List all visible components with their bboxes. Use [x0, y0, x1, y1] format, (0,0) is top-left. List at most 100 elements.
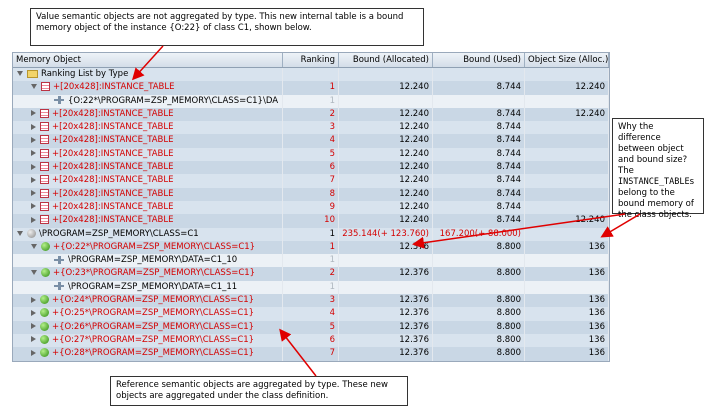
collapsed-node-icon[interactable]: [31, 323, 36, 330]
tree-row[interactable]: \PROGRAM=ZSP_MEMORY\DATA=C1_10 1: [13, 254, 609, 268]
tree-row-object-cell[interactable]: +[20x428]:INSTANCE_TABLE: [13, 81, 283, 95]
tree-row[interactable]: +{O:28*\PROGRAM=ZSP_MEMORY\CLASS=C1} 7 12.…: [13, 347, 609, 361]
col-header-object-size[interactable]: Object Size (Alloc.): [525, 53, 609, 67]
tree-row[interactable]: +[20x428]:INSTANCE_TABLE 2 12.240 8.744 12.2…: [13, 107, 609, 122]
memory-object-tree[interactable]: Memory Object Ranking Bound (Allocated) …: [12, 52, 610, 362]
tree-row-object-cell[interactable]: +{O:25*\PROGRAM=ZSP_MEMORY\CLASS=C1}: [13, 307, 283, 321]
ranking-cell: 4: [283, 134, 339, 148]
collapsed-node-icon[interactable]: [31, 163, 36, 170]
tree-row[interactable]: +[20x428]:INSTANCE_TABLE 4 12.240 8.744: [13, 134, 609, 148]
tree-row-object-cell[interactable]: +{O:24*\PROGRAM=ZSP_MEMORY\CLASS=C1}: [13, 294, 283, 308]
bound-allocated-cell: 12.240: [339, 174, 433, 188]
tree-row[interactable]: +[20x428]:INSTANCE_TABLE 5 12.240 8.744: [13, 147, 609, 162]
bound-used-cell: 8.800: [433, 294, 525, 308]
bound-allocated-cell: 12.376: [339, 307, 433, 321]
tree-row[interactable]: +{O:22*\PROGRAM=ZSP_MEMORY\CLASS=C1} 1 12.…: [13, 240, 609, 255]
tree-row[interactable]: +{O:27*\PROGRAM=ZSP_MEMORY\CLASS=C1} 6 12.…: [13, 333, 609, 348]
tree-row[interactable]: +{O:26*\PROGRAM=ZSP_MEMORY\CLASS=C1} 5 12.…: [13, 320, 609, 334]
bound-used-cell: 8.744: [433, 200, 525, 215]
bound-allocated-cell: 12.240: [339, 107, 433, 122]
tree-row-object-cell[interactable]: {O:22*\PROGRAM=ZSP_MEMORY\CLASS=C1}\DA: [13, 94, 283, 108]
tree-row-object-cell[interactable]: +[20x428]:INSTANCE_TABLE: [13, 200, 283, 215]
tree-row[interactable]: Ranking List by Type: [13, 68, 609, 82]
collapsed-node-icon[interactable]: [31, 336, 36, 343]
bound-allocated-cell: 12.376: [339, 320, 433, 334]
collapsed-node-icon[interactable]: [31, 150, 36, 157]
tree-row-object-cell[interactable]: +[20x428]:INSTANCE_TABLE: [13, 174, 283, 188]
object-size-cell: [525, 200, 609, 215]
tree-row-object-cell[interactable]: +{O:26*\PROGRAM=ZSP_MEMORY\CLASS=C1}: [13, 320, 283, 334]
class-icon: [27, 228, 36, 238]
tree-row-label: Ranking List by Type: [41, 69, 129, 79]
tree-row[interactable]: \PROGRAM=ZSP_MEMORY\DATA=C1_11 1: [13, 280, 609, 295]
tree-row-object-cell[interactable]: +{O:23*\PROGRAM=ZSP_MEMORY\CLASS=C1}: [13, 267, 283, 281]
tree-row-object-cell[interactable]: +[20x428]:INSTANCE_TABLE: [13, 161, 283, 175]
collapsed-node-icon[interactable]: [31, 216, 36, 223]
tree-row[interactable]: +{O:23*\PROGRAM=ZSP_MEMORY\CLASS=C1} 2 12.…: [13, 267, 609, 281]
tree-row-object-cell[interactable]: \PROGRAM=ZSP_MEMORY\CLASS=C1: [13, 227, 283, 241]
tree-row[interactable]: +[20x428]:INSTANCE_TABLE 7 12.240 8.744: [13, 174, 609, 188]
tree-row-label: +{O:27*\PROGRAM=ZSP_MEMORY\CLASS=C1}: [52, 334, 255, 345]
tree-row-object-cell[interactable]: +[20x428]:INSTANCE_TABLE: [13, 107, 283, 122]
tree-row-object-cell[interactable]: +{O:22*\PROGRAM=ZSP_MEMORY\CLASS=C1}: [13, 240, 283, 255]
collapsed-node-icon[interactable]: [31, 136, 36, 143]
expanded-node-icon[interactable]: [31, 243, 37, 249]
tree-row[interactable]: +{O:25*\PROGRAM=ZSP_MEMORY\CLASS=C1} 4 12.…: [13, 307, 609, 321]
expanded-node-icon[interactable]: [31, 270, 37, 276]
tree-row[interactable]: +{O:24*\PROGRAM=ZSP_MEMORY\CLASS=C1} 3 12.…: [13, 294, 609, 308]
tree-row-label: +{O:28*\PROGRAM=ZSP_MEMORY\CLASS=C1}: [52, 348, 255, 359]
expanded-node-icon[interactable]: [17, 71, 23, 76]
tree-row[interactable]: +[20x428]:INSTANCE_TABLE 6 12.240 8.744: [13, 161, 609, 175]
tree-row[interactable]: {O:22*\PROGRAM=ZSP_MEMORY\CLASS=C1}\DA 1: [13, 94, 609, 108]
tree-rows: Ranking List by Type +[20x428]:INSTANCE_T…: [13, 68, 609, 361]
tree-row-object-cell[interactable]: \PROGRAM=ZSP_MEMORY\DATA=C1_10: [13, 254, 283, 268]
tree-row-object-cell[interactable]: +{O:27*\PROGRAM=ZSP_MEMORY\CLASS=C1}: [13, 333, 283, 348]
collapsed-node-icon[interactable]: [31, 176, 36, 183]
bound-allocated-cell: 12.240: [339, 161, 433, 175]
tree-row-object-cell[interactable]: +{O:28*\PROGRAM=ZSP_MEMORY\CLASS=C1}: [13, 347, 283, 361]
object-size-cell: 136: [525, 267, 609, 281]
object-size-cell: 136: [525, 240, 609, 255]
bound-allocated-cell: [339, 94, 433, 108]
collapsed-node-icon[interactable]: [31, 309, 36, 316]
col-header-bound-used[interactable]: Bound (Used): [433, 53, 525, 67]
collapsed-node-icon[interactable]: [31, 349, 36, 356]
col-header-ranking[interactable]: Ranking: [283, 53, 339, 67]
bound-allocated-cell: 235.144(+ 123.760): [339, 227, 433, 241]
tree-row-label: +[20x428]:INSTANCE_TABLE: [52, 135, 174, 146]
tree-row[interactable]: +[20x428]:INSTANCE_TABLE 3 12.240 8.744: [13, 121, 609, 135]
collapsed-node-icon[interactable]: [31, 203, 36, 210]
col-header-bound-allocated[interactable]: Bound (Allocated): [339, 53, 433, 67]
bound-allocated-cell: [339, 68, 433, 82]
object-size-cell: 12.240: [525, 214, 609, 228]
collapsed-node-icon[interactable]: [31, 190, 36, 197]
expanded-node-icon[interactable]: [31, 84, 37, 90]
collapsed-node-icon[interactable]: [31, 296, 36, 303]
tree-row-label: +[20x428]:INSTANCE_TABLE: [52, 162, 174, 173]
bound-allocated-cell: 12.376: [339, 267, 433, 281]
internal-table-icon: [40, 135, 49, 145]
col-header-memory-object[interactable]: Memory Object: [13, 53, 283, 67]
tree-row-object-cell[interactable]: +[20x428]:INSTANCE_TABLE: [13, 147, 283, 162]
object-size-cell: [525, 147, 609, 162]
collapsed-node-icon[interactable]: [31, 123, 36, 130]
object-icon: [40, 295, 49, 305]
tree-row-object-cell[interactable]: +[20x428]:INSTANCE_TABLE: [13, 187, 283, 201]
tree-row-object-cell[interactable]: +[20x428]:INSTANCE_TABLE: [13, 121, 283, 135]
tree-row-object-cell[interactable]: Ranking List by Type: [13, 68, 283, 82]
expanded-node-icon[interactable]: [17, 230, 23, 236]
tree-row-object-cell[interactable]: +[20x428]:INSTANCE_TABLE: [13, 214, 283, 228]
right-callout-text-b: belong to the bound memory of the class …: [618, 188, 694, 220]
bound-used-cell: 8.800: [433, 347, 525, 361]
bound-used-cell: 8.744: [433, 161, 525, 175]
tree-row[interactable]: \PROGRAM=ZSP_MEMORY\CLASS=C1 1 235.144(+ 1…: [13, 227, 609, 241]
tree-row[interactable]: +[20x428]:INSTANCE_TABLE 1 12.240 8.744 12.2…: [13, 81, 609, 95]
tree-row[interactable]: +[20x428]:INSTANCE_TABLE 10 12.240 8.744 12.…: [13, 214, 609, 228]
tree-row[interactable]: +[20x428]:INSTANCE_TABLE 9 12.240 8.744: [13, 200, 609, 215]
object-size-cell: 136: [525, 347, 609, 361]
tree-row[interactable]: +[20x428]:INSTANCE_TABLE 8 12.240 8.744: [13, 187, 609, 201]
tree-row-label: +[20x428]:INSTANCE_TABLE: [52, 201, 174, 212]
collapsed-node-icon[interactable]: [31, 110, 36, 117]
tree-row-object-cell[interactable]: +[20x428]:INSTANCE_TABLE: [13, 134, 283, 148]
tree-row-object-cell[interactable]: \PROGRAM=ZSP_MEMORY\DATA=C1_11: [13, 280, 283, 295]
